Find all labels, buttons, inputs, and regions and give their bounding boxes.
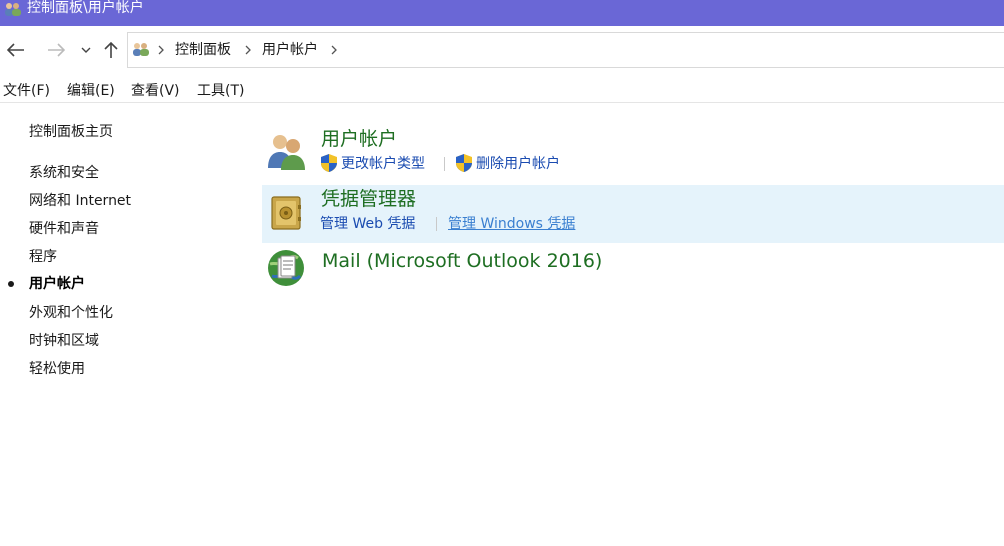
chevron-down-icon[interactable] bbox=[76, 40, 96, 60]
menu-edit[interactable]: 编辑(E) bbox=[67, 82, 115, 100]
title-bar: 控制面板\用户帐户 bbox=[0, 0, 1004, 26]
active-bullet-icon bbox=[8, 281, 14, 287]
users-icon bbox=[4, 1, 22, 17]
manage-windows-credentials-link[interactable]: 管理 Windows 凭据 bbox=[448, 215, 575, 233]
change-account-type-link[interactable]: 更改帐户类型 bbox=[341, 155, 425, 173]
vault-icon[interactable] bbox=[266, 193, 306, 237]
menu-view[interactable]: 查看(V) bbox=[131, 82, 180, 100]
up-arrow-icon[interactable] bbox=[101, 40, 121, 60]
manage-web-credentials-link[interactable]: 管理 Web 凭据 bbox=[320, 215, 415, 233]
menu-bar: 文件(F) 编辑(E) 查看(V) 工具(T) bbox=[0, 80, 1004, 102]
entry-user-accounts: 用户帐户 更改帐户类型 删除用户帐户 bbox=[262, 124, 1004, 184]
delete-user-account-link[interactable]: 删除用户帐户 bbox=[476, 155, 560, 173]
sidebar-item-user-accounts[interactable]: 用户帐户 bbox=[29, 275, 85, 293]
breadcrumb-user-accounts[interactable]: 用户帐户 bbox=[262, 42, 318, 58]
address-bar[interactable]: 控制面板 用户帐户 bbox=[127, 32, 1004, 68]
divider bbox=[0, 102, 1004, 103]
sidebar-item-appearance[interactable]: 外观和个性化 bbox=[29, 304, 113, 322]
forward-arrow-icon[interactable] bbox=[46, 40, 66, 60]
breadcrumb-control-panel[interactable]: 控制面板 bbox=[175, 42, 231, 58]
link-separator bbox=[444, 157, 445, 171]
entry-credential-manager[interactable]: 凭据管理器 管理 Web 凭据 管理 Windows 凭据 bbox=[262, 185, 1004, 243]
entry-mail: Mail (Microsoft Outlook 2016) bbox=[262, 244, 1004, 294]
users-icon[interactable] bbox=[266, 130, 308, 174]
sidebar-item-ease-of-access[interactable]: 轻松使用 bbox=[29, 360, 85, 378]
menu-file[interactable]: 文件(F) bbox=[3, 82, 50, 100]
chevron-right-icon[interactable] bbox=[244, 42, 254, 56]
sidebar-item-hardware-sound[interactable]: 硬件和声音 bbox=[29, 220, 99, 238]
sidebar-item-network-internet[interactable]: 网络和 Internet bbox=[29, 192, 131, 210]
users-icon bbox=[132, 41, 150, 57]
navigation-bar: 控制面板 用户帐户 bbox=[0, 30, 1004, 70]
sidebar-item-programs[interactable]: 程序 bbox=[29, 248, 57, 266]
uac-shield-icon bbox=[320, 153, 338, 173]
chevron-right-icon[interactable] bbox=[330, 42, 340, 56]
back-arrow-icon[interactable] bbox=[6, 40, 26, 60]
menu-tools[interactable]: 工具(T) bbox=[197, 82, 244, 100]
entry-title-credential-manager[interactable]: 凭据管理器 bbox=[321, 188, 416, 210]
entry-title-user-accounts[interactable]: 用户帐户 bbox=[321, 128, 397, 150]
entry-title-mail[interactable]: Mail (Microsoft Outlook 2016) bbox=[322, 250, 602, 272]
sidebar-home-link[interactable]: 控制面板主页 bbox=[29, 123, 113, 141]
sidebar-item-system-security[interactable]: 系统和安全 bbox=[29, 164, 99, 182]
window-title: 控制面板\用户帐户 bbox=[27, 0, 144, 16]
mail-globe-icon[interactable] bbox=[266, 248, 306, 292]
uac-shield-icon bbox=[455, 153, 473, 173]
sidebar-item-clock-region[interactable]: 时钟和区域 bbox=[29, 332, 99, 350]
link-separator bbox=[436, 217, 437, 231]
chevron-right-icon[interactable] bbox=[157, 42, 167, 56]
